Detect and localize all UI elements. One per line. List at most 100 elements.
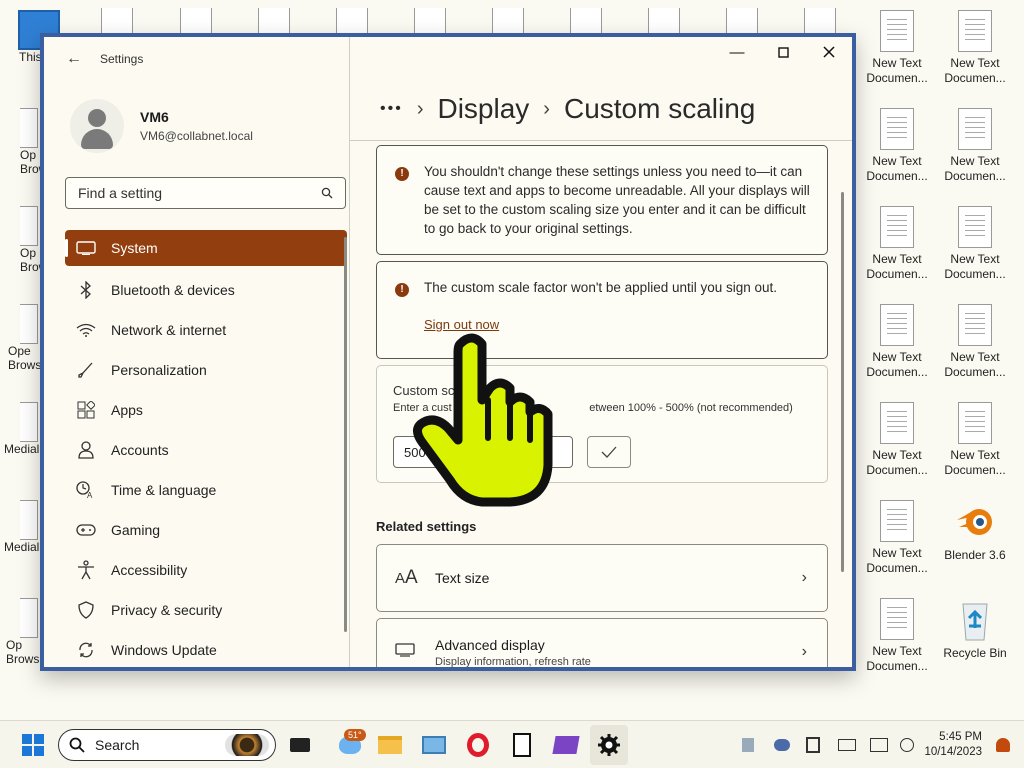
nav-item-time-language[interactable]: A Time & language [65, 470, 347, 510]
close-button[interactable] [806, 37, 852, 67]
nav-label: Gaming [111, 522, 161, 538]
desktop-icon-recycle-bin[interactable]: Recycle Bin [940, 598, 1010, 661]
sign-out-now-link[interactable]: Sign out now [424, 317, 499, 332]
user-profile[interactable]: VM6 VM6@collabnet.local [70, 99, 253, 153]
apply-checkmark-button[interactable] [587, 436, 631, 468]
desktop-icon-text-document[interactable]: New Text Documen... [940, 10, 1010, 86]
clock-time: 5:45 PM [939, 731, 982, 743]
security-icon[interactable] [806, 737, 821, 753]
content-scrollbar[interactable] [841, 192, 844, 572]
desktop-icon-text-document[interactable]: New Text Documen... [862, 108, 932, 184]
desktop-icon-text-document[interactable]: New Text Documen... [940, 108, 1010, 184]
chevron-right-icon: › [543, 97, 550, 120]
accessibility-icon [75, 560, 97, 580]
back-arrow-icon[interactable]: ← [66, 50, 86, 68]
related-text-size[interactable]: AA Text size › [376, 544, 828, 612]
document-icon [958, 108, 992, 150]
document-icon [880, 402, 914, 444]
sidebar-scrollbar[interactable] [344, 237, 347, 632]
page-title: Custom scaling [563, 93, 756, 124]
related-settings-heading: Related settings [376, 519, 477, 534]
doc-icon[interactable] [258, 8, 290, 34]
desktop-icon-text-document[interactable]: New Text Documen... [862, 402, 932, 478]
document-icon [880, 108, 914, 150]
gear-icon [598, 734, 620, 756]
doc-icon[interactable] [726, 8, 758, 34]
breadcrumb-ellipsis[interactable]: ••• [380, 100, 403, 118]
system-tray: 5:45 PM 10/14/2023 [742, 721, 1024, 768]
maximize-button[interactable] [760, 37, 806, 67]
doc-icon[interactable] [804, 8, 836, 34]
doc-icon[interactable] [336, 8, 368, 34]
notification-bell-icon[interactable] [996, 738, 1010, 752]
related-advanced-display[interactable]: Advanced display Display information, re… [376, 618, 828, 667]
desktop-icon-text-document[interactable]: New Text Documen... [940, 304, 1010, 380]
checkmark-icon [601, 446, 617, 458]
doc-icon[interactable] [492, 8, 524, 34]
settings-taskbar-button[interactable] [590, 725, 628, 765]
document-icon [958, 304, 992, 346]
nav-item-apps[interactable]: Apps [65, 390, 347, 430]
breadcrumb-display[interactable]: Display [437, 93, 529, 125]
related-sublabel: Display information, refresh rate [435, 655, 591, 668]
chevron-right-icon: › [416, 97, 424, 120]
tray-app-icon[interactable] [742, 738, 755, 752]
desktop-icon-text-document[interactable]: New Text Documen... [862, 206, 932, 282]
photos-app-button[interactable] [420, 721, 448, 768]
network-icon[interactable] [870, 738, 889, 752]
taskbar-search[interactable]: Search [58, 729, 276, 761]
taskbar-clock[interactable]: 5:45 PM 10/14/2023 [924, 730, 982, 760]
nav-item-accounts[interactable]: Accounts [65, 430, 347, 470]
task-view-icon [290, 738, 310, 752]
onedrive-icon[interactable] [774, 739, 791, 751]
doc-icon[interactable] [101, 8, 133, 34]
keyboard-icon[interactable] [838, 739, 857, 751]
desktop-icon-text-document[interactable]: New Text Documen... [862, 500, 932, 576]
taskbar: Search 51° 5:45 PM 10/14/2023 [0, 720, 1024, 768]
desktop-icon-text-document[interactable]: New Text Documen... [940, 402, 1010, 478]
nav-item-network[interactable]: Network & internet [65, 310, 347, 350]
brush-icon [75, 361, 97, 379]
desktop-icon-text-document[interactable]: New Text Documen... [862, 304, 932, 380]
minimize-button[interactable]: — [714, 37, 760, 67]
nav-label: Windows Update [111, 642, 217, 658]
doc-icon[interactable] [180, 8, 212, 34]
custom-scaling-hint: Enter a cust etween 100% - 500% (not rec… [393, 402, 793, 414]
start-button[interactable] [20, 721, 46, 768]
nav-label: Network & internet [111, 322, 227, 338]
avatar [70, 99, 124, 153]
volume-muted-icon[interactable] [900, 738, 915, 752]
settings-window: ← Settings VM6 VM6@collabnet.local Find … [40, 33, 856, 671]
nav-item-bluetooth[interactable]: Bluetooth & devices [65, 270, 347, 310]
desktop-icon-text-document[interactable]: New Text Documen... [862, 10, 932, 86]
svg-text:A: A [87, 491, 93, 499]
search-icon [69, 737, 85, 753]
doc-icon[interactable] [648, 8, 680, 34]
nav-item-windows-update[interactable]: Windows Update [65, 630, 347, 667]
nav-item-gaming[interactable]: Gaming [65, 510, 347, 550]
desktop-icon-text-document[interactable]: New Text Documen... [940, 206, 1010, 282]
opera-button[interactable] [464, 721, 492, 768]
title-bar: ← Settings [44, 37, 350, 81]
weather-widget[interactable]: 51° [332, 721, 368, 768]
document-icon [880, 206, 914, 248]
desktop-icon-text-document[interactable]: New Text Documen... [862, 598, 932, 674]
custom-scaling-input[interactable]: 500 [393, 436, 573, 468]
settings-sidebar: ← Settings VM6 VM6@collabnet.local Find … [44, 37, 350, 667]
nav-label: Accessibility [111, 562, 188, 578]
doc-icon[interactable] [414, 8, 446, 34]
window-controls: — [714, 37, 852, 67]
task-view-button[interactable] [286, 721, 314, 768]
nav-item-privacy[interactable]: Privacy & security [65, 590, 347, 630]
doc-icon[interactable] [570, 8, 602, 34]
clipchamp-button[interactable] [552, 721, 580, 768]
nav-item-personalization[interactable]: Personalization [65, 350, 347, 390]
nav-item-system[interactable]: System [65, 230, 347, 266]
settings-search-input[interactable]: Find a setting [65, 177, 346, 209]
update-icon [75, 641, 97, 659]
notepad-button[interactable] [508, 721, 536, 768]
desktop-icon-blender[interactable]: Blender 3.6 [940, 500, 1010, 563]
nav-item-accessibility[interactable]: Accessibility [65, 550, 347, 590]
document-icon [958, 10, 992, 52]
file-explorer-button[interactable] [376, 721, 404, 768]
